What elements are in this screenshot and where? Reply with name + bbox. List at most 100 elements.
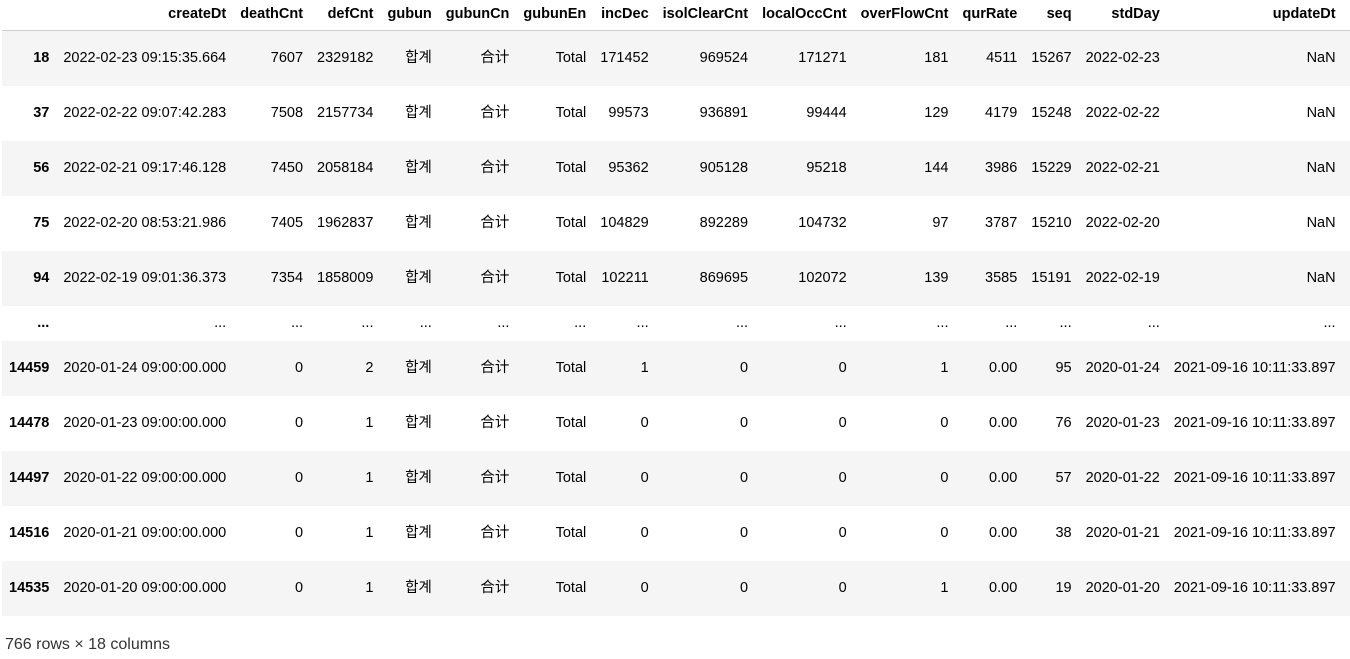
table-cell: Total bbox=[555, 360, 587, 376]
table-cell: 1 bbox=[940, 360, 949, 376]
table-cell: 1 bbox=[640, 360, 649, 376]
table-cell: Total bbox=[555, 580, 587, 596]
table-cell: 3787 bbox=[985, 215, 1018, 231]
table-cell: 0 bbox=[294, 470, 304, 486]
table-cell: 104829 bbox=[600, 215, 649, 231]
table-cell: 2022-02-19 bbox=[1085, 270, 1160, 286]
dataframe-table: createDt deathCnt defCnt gubun gubunCn gubunE… bbox=[2, 0, 1350, 616]
table-cell: 1 bbox=[365, 580, 374, 596]
table-cell: 171452 bbox=[600, 50, 649, 67]
table-cell: 869695 bbox=[699, 270, 749, 286]
table-cell: 2022 bbox=[1343, 86, 1350, 141]
table-cell: 2020-01-21 09:00:00.000 bbox=[63, 525, 227, 541]
column-header: createDt bbox=[56, 0, 234, 31]
table-cell: 15191 bbox=[1031, 270, 1072, 286]
table-cell: 3986 bbox=[985, 160, 1018, 176]
table-cell: 57 bbox=[1055, 470, 1072, 486]
table-cell: 2022-02-20 bbox=[1085, 215, 1160, 231]
table-cell: 38 bbox=[1055, 525, 1072, 541]
row-index: 18 bbox=[33, 50, 50, 67]
table-cell: Total bbox=[555, 415, 587, 431]
table-cell: 0 bbox=[838, 415, 847, 431]
row-index: 56 bbox=[33, 160, 50, 176]
table-cell: 합계 bbox=[405, 360, 432, 376]
table-cell: NaN bbox=[1306, 160, 1336, 176]
table-cell: ... bbox=[636, 315, 649, 331]
table-cell: 合计 bbox=[480, 360, 510, 376]
table-cell: 2022 bbox=[1343, 251, 1350, 306]
table-row: 75 2022-02-20 08:53:21.986 7405 1962837 합계 合计… bbox=[2, 195, 1350, 251]
header-row: createDt deathCnt defCnt gubun gubunCn gubunE… bbox=[2, 0, 1350, 31]
table-cell: 2058184 bbox=[317, 160, 374, 176]
row-index: 14497 bbox=[9, 470, 50, 486]
table-cell: 2022-02-21 09:17:46.128 bbox=[63, 160, 227, 176]
table-cell: 2022-02-22 bbox=[1085, 105, 1160, 121]
table-cell: ... bbox=[497, 315, 510, 331]
table-cell: 0 bbox=[294, 525, 304, 541]
table-cell: 2020-01-24 09:00:00.000 bbox=[63, 360, 227, 376]
table-cell: 0 bbox=[739, 415, 749, 431]
table-row: 37 2022-02-22 09:07:42.283 7508 2157734 합계 合计… bbox=[2, 85, 1350, 141]
table-row: 14478 2020-01-23 09:00:00.000 0 1 합계 合计 Total 0… bbox=[2, 395, 1350, 451]
table-cell: 합계 bbox=[405, 470, 432, 486]
table-cell: 合计 bbox=[480, 525, 510, 541]
table-row: 56 2022-02-21 09:17:46.128 7450 2058184 합계 合计… bbox=[2, 140, 1350, 196]
table-cell: 2020-01-22 09:00:00.000 bbox=[63, 470, 227, 486]
table-cell: 4511 bbox=[986, 50, 1018, 67]
table-cell: 7405 bbox=[270, 215, 304, 231]
column-header: Year bbox=[1342, 0, 1350, 31]
table-cell: 0.00 bbox=[989, 525, 1018, 541]
table-cell: NaN bbox=[1306, 270, 1336, 286]
row-index: 75 bbox=[33, 215, 50, 231]
table-cell: 0 bbox=[739, 580, 749, 596]
table-cell: 1962837 bbox=[317, 215, 374, 231]
table-cell: 합계 bbox=[405, 525, 432, 541]
table-cell: 合计 bbox=[480, 50, 510, 67]
table-cell: 95 bbox=[1055, 360, 1072, 376]
table-cell: 0.00 bbox=[989, 360, 1018, 376]
column-header: qurRate bbox=[955, 0, 1025, 31]
table-cell: 0.00 bbox=[989, 580, 1018, 596]
ellipsis-row: ........................................… bbox=[2, 305, 1350, 341]
table-cell: 102211 bbox=[601, 270, 649, 286]
table-cell: 0 bbox=[838, 580, 847, 596]
table-cell: ... bbox=[1323, 315, 1336, 331]
table-cell: 2021-09-16 10:11:33.897 bbox=[1173, 360, 1336, 376]
table-cell: Total bbox=[555, 525, 587, 541]
table-cell: 2 bbox=[365, 360, 374, 376]
table-cell: 99444 bbox=[806, 105, 847, 121]
table-cell: 2020-01-21 bbox=[1085, 525, 1160, 541]
row-index: 14516 bbox=[9, 525, 50, 541]
table-cell: 2021-09-16 10:11:33.897 bbox=[1173, 470, 1336, 486]
table-cell: 合计 bbox=[480, 160, 510, 176]
table-cell: 2020-01-22 bbox=[1085, 470, 1160, 486]
table-cell: 合计 bbox=[480, 270, 510, 286]
table-cell: 1 bbox=[940, 580, 949, 596]
table-cell: 892289 bbox=[699, 215, 749, 231]
table-cell: 2020 bbox=[1343, 341, 1350, 396]
table-cell: 15248 bbox=[1031, 105, 1072, 121]
column-header: incDec bbox=[593, 0, 656, 31]
table-cell: 2021-09-16 10:11:33.897 bbox=[1173, 415, 1336, 431]
table-cell: 2157734 bbox=[317, 105, 374, 121]
table-row: 18 2022-02-23 09:15:35.664 7607 2329182 합계 合计… bbox=[2, 30, 1350, 86]
table-cell: 1 bbox=[365, 470, 374, 486]
table-cell: NaN bbox=[1306, 215, 1336, 231]
table-cell: ... bbox=[1005, 315, 1018, 331]
table-cell: Total bbox=[555, 470, 587, 486]
row-index: ... bbox=[37, 315, 50, 331]
table-cell: 2022 bbox=[1343, 31, 1350, 86]
table-cell: 2020 bbox=[1343, 396, 1350, 451]
row-index: 14459 bbox=[9, 360, 50, 376]
row-index: 14478 bbox=[9, 415, 50, 431]
index-header bbox=[2, 0, 57, 31]
table-cell: 0.00 bbox=[989, 470, 1018, 486]
table-cell: 19 bbox=[1055, 580, 1072, 596]
table-cell: 2020-01-20 09:00:00.000 bbox=[63, 580, 227, 596]
table-cell: 3585 bbox=[985, 270, 1018, 286]
table-cell: 0 bbox=[640, 580, 649, 596]
table-cell: 0 bbox=[294, 580, 304, 596]
column-header: gubun bbox=[380, 0, 439, 31]
table-cell: 905128 bbox=[699, 160, 749, 176]
table-cell: 합계 bbox=[405, 415, 432, 431]
